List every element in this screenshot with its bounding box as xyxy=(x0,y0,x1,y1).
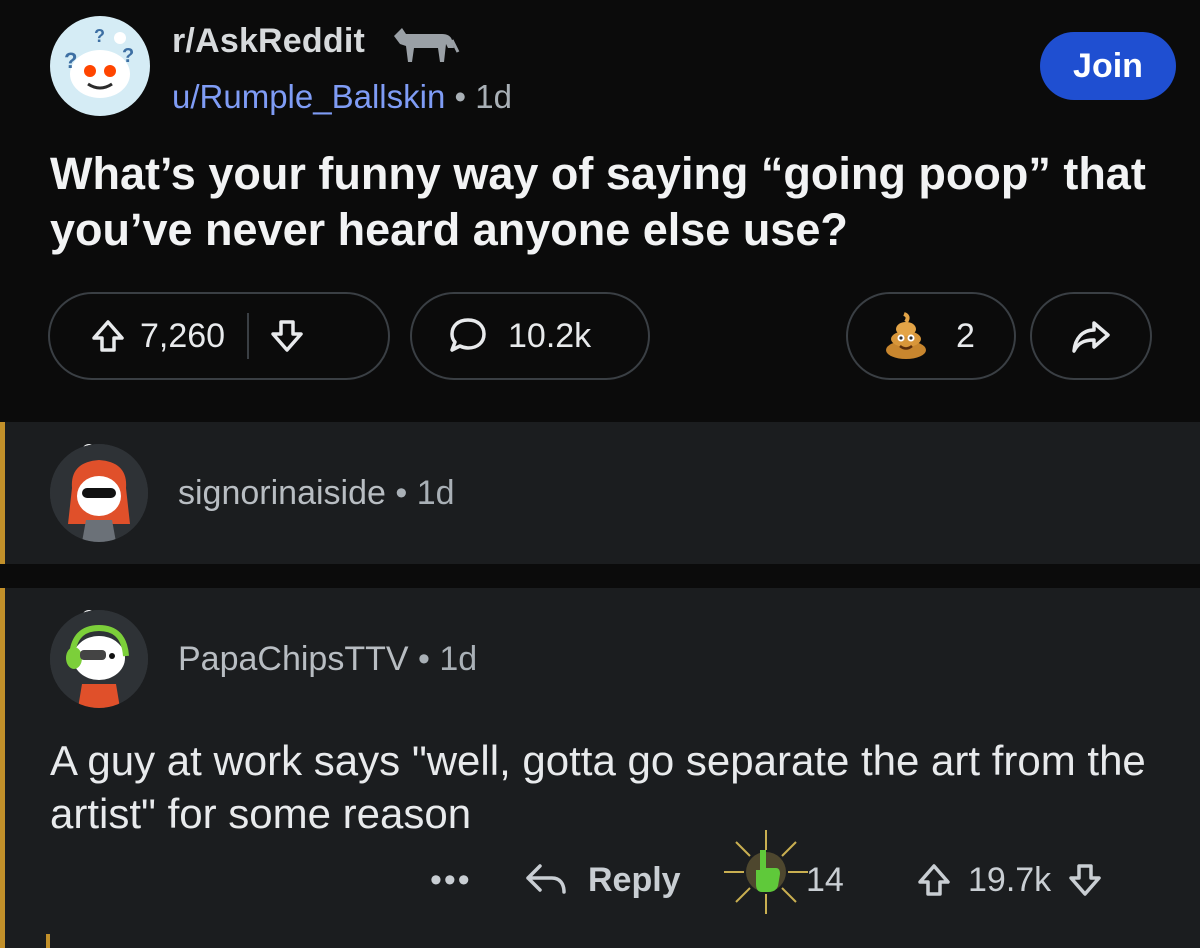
share-icon xyxy=(1072,321,1110,353)
comment-count: 10.2k xyxy=(508,316,592,355)
downvote-icon[interactable] xyxy=(1065,860,1105,900)
thread-line xyxy=(0,422,5,564)
upvote-count: 7,260 xyxy=(140,316,226,355)
subreddit-name[interactable]: r/AskReddit xyxy=(172,22,365,61)
share-button[interactable] xyxy=(1030,292,1152,380)
meta-separator: • xyxy=(395,474,408,512)
comment-author[interactable]: PapaChipsTTV xyxy=(178,640,409,678)
award-button[interactable]: 14 xyxy=(720,830,844,914)
comment-body: A guy at work says "well, gotta go separ… xyxy=(50,737,1146,837)
pointing-finger-award-icon xyxy=(724,830,808,914)
comment-icon xyxy=(450,318,486,352)
award-count: 14 xyxy=(806,860,844,899)
more-options-button[interactable]: ••• xyxy=(430,850,472,910)
post-title[interactable]: What’s your funny way of saying “going p… xyxy=(50,146,1170,258)
comment-author-line: PapaChipsTTV • 1d xyxy=(178,640,477,679)
reddit-snoo-icon: ? ? ? xyxy=(64,26,134,98)
reply-arrow-icon xyxy=(526,864,566,894)
comment-vote-control: 19.7k xyxy=(914,850,1105,910)
awards-button[interactable]: 2 xyxy=(846,292,1016,380)
comment-actions: ••• Reply 14 19.7k xyxy=(0,830,1200,914)
join-button[interactable]: Join xyxy=(1040,32,1176,100)
subreddit-avatar[interactable]: ? ? ? xyxy=(50,16,150,116)
post-author[interactable]: u/Rumple_Ballskin xyxy=(172,78,445,115)
award-count: 2 xyxy=(956,316,975,355)
meta-separator: • xyxy=(418,640,430,678)
snoo-avatar-icon xyxy=(50,610,148,708)
post-author-line: u/Rumple_Ballskin • 1d xyxy=(172,78,512,116)
vote-divider xyxy=(247,313,250,359)
donkey-flair-icon xyxy=(394,28,460,62)
comment-collapsed[interactable]: signorinaiside • 1d xyxy=(0,422,1200,564)
vote-control: 7,260 xyxy=(48,292,390,380)
svg-text:?: ? xyxy=(122,45,134,67)
meta-separator: • xyxy=(454,78,467,115)
comment-author[interactable]: signorinaiside xyxy=(178,474,386,512)
post-age: 1d xyxy=(475,78,512,115)
comment-author-line: signorinaiside • 1d xyxy=(178,474,455,513)
svg-text:?: ? xyxy=(64,48,77,73)
avatar[interactable] xyxy=(50,610,148,708)
poop-award-icon xyxy=(886,312,926,359)
snoo-avatar-icon xyxy=(50,444,148,542)
comment-age: 1d xyxy=(416,474,455,512)
upvote-icon[interactable] xyxy=(914,860,954,900)
comment: PapaChipsTTV • 1d A guy at work says "we… xyxy=(0,588,1200,948)
downvote-icon[interactable] xyxy=(267,316,307,356)
reply-button[interactable]: Reply xyxy=(522,850,681,910)
comments-button[interactable]: 10.2k xyxy=(410,292,650,380)
comment-age: 1d xyxy=(439,640,478,678)
upvote-icon[interactable] xyxy=(88,316,128,356)
reply-label: Reply xyxy=(588,860,681,899)
next-thread-line xyxy=(46,934,50,948)
avatar[interactable] xyxy=(50,444,148,542)
svg-text:?: ? xyxy=(94,26,105,46)
comment-score: 19.7k xyxy=(968,860,1052,899)
post-card: ? ? ? r/AskReddit u/Rumple_Ballskin • 1d… xyxy=(0,0,1200,398)
